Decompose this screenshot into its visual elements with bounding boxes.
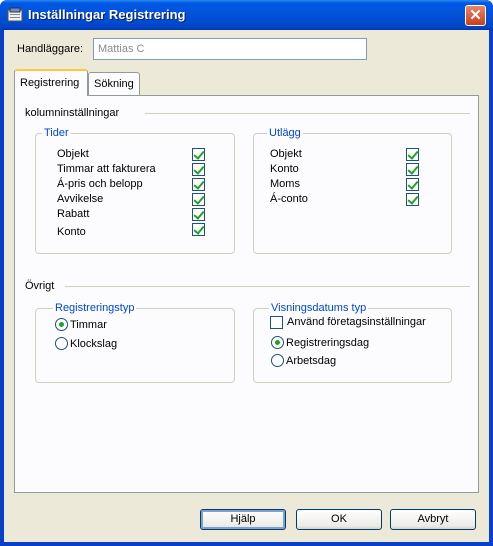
help-button[interactable]: Hjälp [200,509,286,530]
utlagg-label-aconto: Á-conto [270,193,308,205]
tider-checkbox-rabatt[interactable] [192,208,205,221]
tab-registrering[interactable]: Registrering [14,69,88,96]
utlagg-checkbox-konto[interactable] [406,163,419,176]
cancel-button[interactable]: Avbryt [390,509,476,530]
group-title-registreringstyp: Registreringstyp [53,302,137,314]
utlagg-label-moms: Moms [270,178,300,190]
section-divider [65,286,470,287]
utlagg-checkbox-objekt[interactable] [406,148,419,161]
tider-checkbox-konto[interactable] [192,223,205,236]
tab-panel-registrering: kolumninställningar Tider Objekt Timmar … [14,95,479,493]
utlagg-label-objekt: Objekt [270,148,302,160]
utlagg-label-konto: Konto [270,163,299,175]
handler-label: Handläggare: [17,43,84,55]
section-title-columns: kolumninställningar [25,107,124,119]
section-title-ovrigt: Övrigt [25,280,59,292]
radio-registreringsdag[interactable] [271,336,284,349]
ok-button[interactable]: OK [296,509,382,530]
radio-timmar[interactable] [55,318,68,331]
radio-label-timmar: Timmar [70,319,107,331]
tider-label-apris: Á-pris och belopp [57,178,143,190]
radio-label-arbetsdag: Arbetsdag [286,355,337,367]
tider-label-rabatt: Rabatt [57,208,90,220]
app-icon [7,7,23,22]
tider-checkbox-apris[interactable] [192,178,205,191]
checkbox-use-company-settings[interactable] [270,316,283,329]
dialog-client-area: Handläggare: Mattias C Registrering Sökn… [4,30,489,542]
close-icon: ✕ [469,7,482,24]
tider-checkbox-timmar[interactable] [192,163,205,176]
tider-label-avvikelse: Avvikelse [57,193,104,205]
dialog-window: Inställningar Registrering ✕ Handläggare… [0,0,493,546]
close-button[interactable]: ✕ [465,5,486,26]
section-divider [145,113,470,114]
title-bar[interactable]: Inställningar Registrering ✕ [0,0,493,30]
radio-klockslag[interactable] [55,337,68,350]
utlagg-checkbox-aconto[interactable] [406,193,419,206]
label-use-company-settings: Använd företagsinställningar [287,316,426,328]
tider-label-konto: Konto [57,226,86,238]
utlagg-checkbox-moms[interactable] [406,178,419,191]
handler-field[interactable]: Mattias C [93,38,367,60]
group-title-utlagg: Utlägg [267,127,303,139]
window-title: Inställningar Registrering [28,7,186,22]
group-title-tider: Tider [42,127,71,139]
tider-checkbox-avvikelse[interactable] [192,193,205,206]
tider-label-objekt: Objekt [57,148,89,160]
tider-label-timmar: Timmar att fakturera [57,163,156,175]
radio-arbetsdag[interactable] [271,354,284,367]
radio-label-klockslag: Klockslag [70,338,118,350]
tab-sokning[interactable]: Sökning [88,72,140,95]
radio-label-registreringsdag: Registreringsdag [286,337,370,349]
window-frame-right [489,30,493,546]
tider-checkbox-objekt[interactable] [192,148,205,161]
window-frame-bottom [0,542,493,546]
group-title-visningsdatum: Visningsdatums typ [269,302,369,314]
